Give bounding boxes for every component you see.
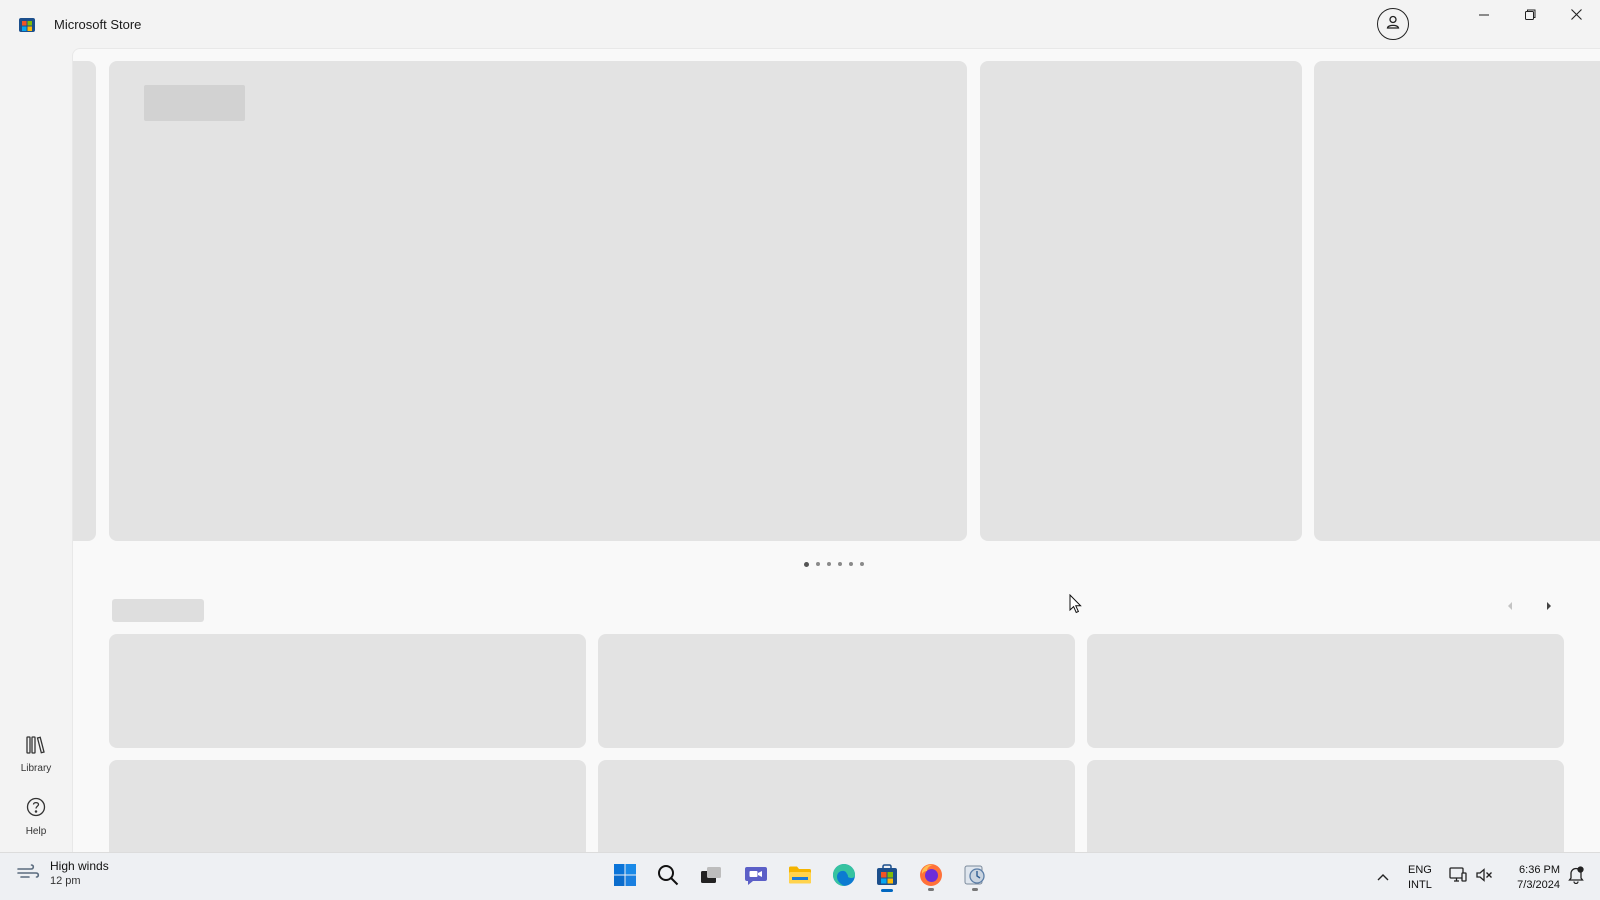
left-navigation: Library Help (0, 48, 72, 852)
caret-left-icon (1506, 598, 1514, 616)
carousel-page-dot[interactable] (849, 562, 853, 566)
start-button[interactable] (609, 861, 641, 893)
network-button[interactable] (1446, 861, 1470, 893)
task-view-icon (700, 865, 722, 890)
main-content (72, 48, 1600, 852)
user-icon (1385, 14, 1401, 35)
open-app-indicator (972, 888, 978, 891)
taskbar-clock[interactable]: 6:36 PM 7/3/2024 (1504, 863, 1560, 893)
search-icon (657, 864, 679, 891)
mouse-cursor-icon (1069, 593, 1083, 619)
restore-icon (1524, 7, 1536, 25)
nav-item-label: Library (20, 763, 52, 774)
carousel-page-dot[interactable] (804, 562, 809, 567)
language-line2: INTL (1408, 879, 1432, 891)
carousel-page-dot[interactable] (860, 562, 864, 566)
active-app-indicator (881, 889, 893, 892)
nav-item-label: Help (25, 826, 47, 837)
close-button[interactable] (1553, 0, 1599, 32)
carousel-page-dot[interactable] (827, 562, 831, 566)
scroll-left-button[interactable] (1500, 597, 1520, 617)
notifications-button[interactable] (1564, 861, 1588, 893)
volume-button[interactable] (1472, 861, 1496, 893)
chevron-up-icon (1377, 868, 1389, 886)
volume-muted-icon (1475, 867, 1493, 888)
weather-condition: High winds (50, 859, 109, 873)
language-line1: ENG (1408, 864, 1432, 876)
restore-button[interactable] (1507, 0, 1553, 32)
hero-card-placeholder-third[interactable] (1314, 61, 1600, 541)
teams-chat-icon (744, 864, 768, 891)
clock-date: 7/3/2024 (1517, 879, 1560, 891)
app-tile-placeholder[interactable] (109, 760, 586, 852)
account-button[interactable] (1377, 8, 1409, 40)
microsoft-store-logo-icon (18, 15, 36, 33)
help-icon (26, 797, 46, 822)
weather-widget[interactable]: High winds 12 pm (16, 859, 109, 889)
window-title: Microsoft Store (54, 17, 142, 32)
carousel-page-dot[interactable] (816, 562, 820, 566)
section-title-placeholder (112, 599, 204, 622)
title-bar: Microsoft Store (0, 0, 1600, 48)
minimize-button[interactable] (1461, 0, 1507, 32)
firefox-button[interactable] (915, 861, 947, 893)
edge-icon (832, 863, 856, 892)
notification-bell-icon (1568, 865, 1584, 889)
app-tile-placeholder[interactable] (598, 634, 1075, 748)
teams-chat-button[interactable] (740, 861, 772, 893)
nav-item-library[interactable]: Library (6, 728, 66, 782)
edge-browser-button[interactable] (828, 861, 860, 893)
caret-right-icon (1545, 598, 1553, 616)
app-tile-placeholder[interactable] (109, 634, 586, 748)
carousel-page-indicator (804, 562, 864, 567)
clock-time: 6:36 PM (1519, 864, 1560, 876)
taskbar-search-button[interactable] (652, 861, 684, 893)
microsoft-store-taskbar-button[interactable] (871, 861, 903, 893)
hero-title-placeholder (144, 85, 245, 121)
network-icon (1449, 866, 1467, 888)
close-icon (1570, 7, 1582, 25)
folder-icon (788, 865, 812, 890)
scroll-right-button[interactable] (1539, 597, 1559, 617)
open-app-indicator (928, 888, 934, 891)
taskbar: High winds 12 pm ENG INTL 6:36 PM 7/3/20… (0, 852, 1600, 900)
nav-item-help[interactable]: Help (6, 790, 66, 844)
other-app-button[interactable] (959, 861, 991, 893)
hero-card-placeholder-previous[interactable] (73, 61, 96, 541)
hero-card-placeholder-second[interactable] (980, 61, 1302, 541)
app-tile-placeholder[interactable] (1087, 760, 1564, 852)
file-explorer-button[interactable] (784, 861, 816, 893)
app-tile-placeholder[interactable] (1087, 634, 1564, 748)
show-hidden-icons-button[interactable] (1371, 861, 1395, 893)
minimize-icon (1479, 7, 1489, 25)
carousel-page-dot[interactable] (838, 562, 842, 566)
input-language-indicator[interactable]: ENG INTL (1408, 863, 1432, 893)
weather-time: 12 pm (50, 875, 81, 887)
hero-card-placeholder-main[interactable] (109, 61, 967, 541)
library-icon (26, 736, 46, 759)
app-tile-placeholder[interactable] (598, 760, 1075, 852)
microsoft-store-icon (876, 863, 898, 891)
wind-icon (16, 861, 40, 888)
task-view-button[interactable] (695, 861, 727, 893)
windows-start-icon (613, 863, 637, 892)
